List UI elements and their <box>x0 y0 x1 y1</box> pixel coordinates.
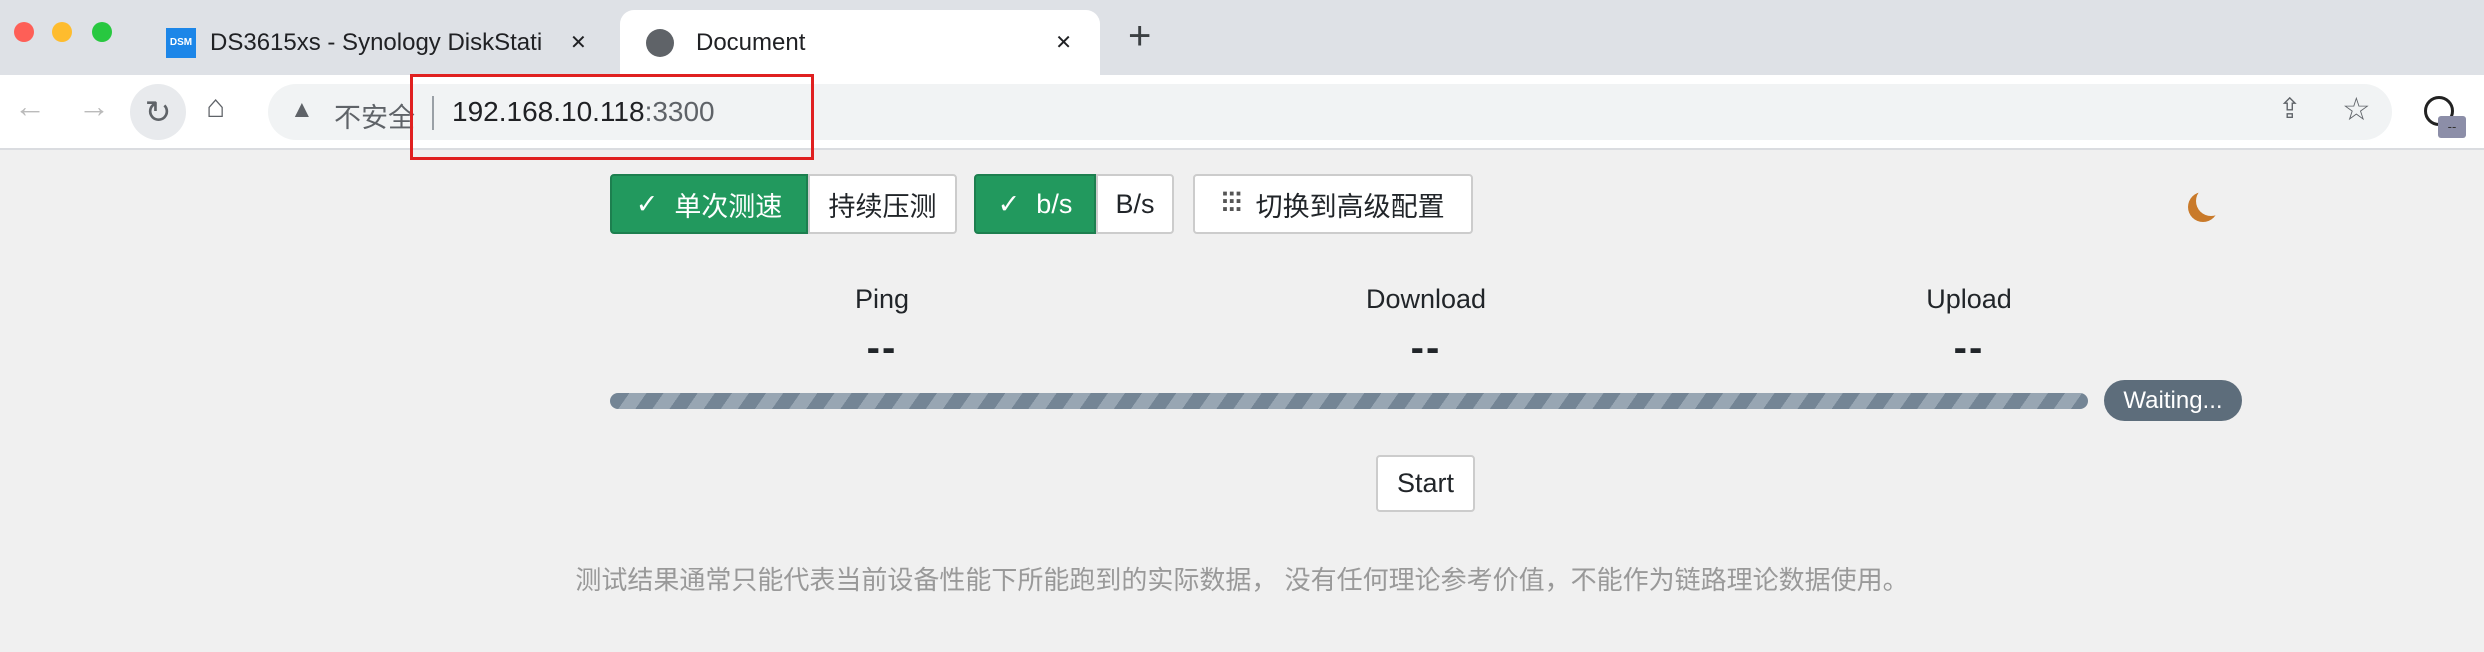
tab-dsm[interactable]: DSM DS3615xs - Synology DiskStati ✕ <box>150 10 610 75</box>
dsm-icon: DSM <box>166 27 196 58</box>
forward-button[interactable]: → <box>78 88 110 125</box>
unit-bits-label: b/s <box>1036 188 1073 219</box>
sliders-icon: ⫶⫶⫶ <box>1221 188 1242 218</box>
reload-icon[interactable]: ↻ <box>130 84 186 140</box>
tab-document[interactable]: Document ✕ <box>620 10 1100 75</box>
unit-bits-button[interactable]: ✓ b/s <box>974 174 1096 234</box>
close-tab-icon[interactable]: ✕ <box>570 30 587 55</box>
tab-label: Document <box>696 28 806 56</box>
tab-label: DS3615xs - Synology DiskStati <box>210 28 543 56</box>
share-icon[interactable]: ⇪ <box>2278 92 2301 125</box>
single-test-button[interactable]: ✓ 单次测速 <box>610 174 808 234</box>
minimize-window-button[interactable] <box>52 22 72 42</box>
home-icon[interactable]: ⌂ <box>206 88 225 125</box>
upload-label: Upload <box>1926 284 2012 314</box>
footer-note: 测试结果通常只能代表当前设备性能下所能跑到的实际数据， 没有任何理论参考价值，不… <box>575 565 1909 595</box>
continuous-test-button[interactable]: 持续压测 <box>808 174 957 234</box>
ping-label: Ping <box>854 284 910 314</box>
check-icon: ✓ <box>635 188 659 219</box>
security-label[interactable]: 不安全 <box>334 96 415 135</box>
star-icon[interactable]: ☆ <box>2342 90 2371 128</box>
status-badge: Waiting... <box>2104 380 2242 421</box>
dark-mode-moon-icon[interactable] <box>2196 186 2226 216</box>
upload-value: -- <box>1953 326 1985 370</box>
maximize-window-button[interactable] <box>92 22 112 42</box>
advanced-config-button[interactable]: ⫶⫶⫶ 切换到高级配置 <box>1193 174 1473 234</box>
start-button[interactable]: Start <box>1376 455 1475 512</box>
download-value: -- <box>1410 326 1442 370</box>
unit-bytes-button[interactable]: B/s <box>1096 174 1174 234</box>
check-icon: ✓ <box>997 188 1021 219</box>
back-button[interactable]: ← <box>14 88 46 125</box>
globe-icon <box>646 28 674 57</box>
warning-icon: ▲ <box>290 96 314 123</box>
single-test-label: 单次测速 <box>674 191 783 222</box>
download-label: Download <box>1365 284 1487 314</box>
new-tab-button[interactable]: + <box>1128 14 1151 59</box>
close-window-button[interactable] <box>14 22 34 42</box>
advanced-config-label: 切换到高级配置 <box>1255 191 1445 222</box>
ping-value: -- <box>866 326 898 370</box>
highlight-box <box>410 74 814 160</box>
extension-badge: -- <box>2438 116 2466 138</box>
close-tab-icon[interactable]: ✕ <box>1055 30 1072 55</box>
progress-bar <box>610 393 2088 409</box>
